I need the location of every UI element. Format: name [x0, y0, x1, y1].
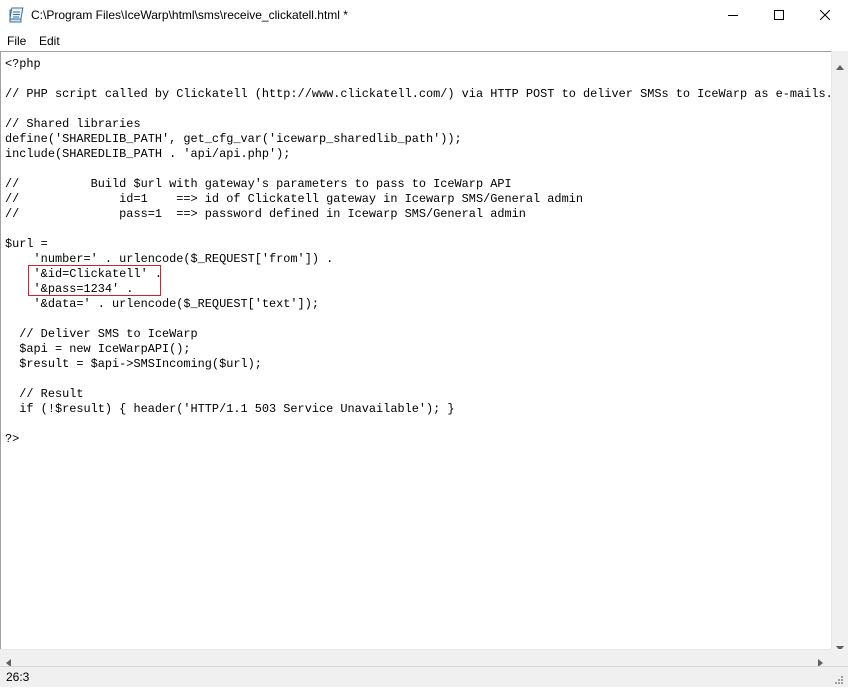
menu-bar: File Edit	[0, 31, 848, 51]
code-line: $result = $api->SMSIncoming($url);	[5, 357, 262, 371]
cursor-position: 26:3	[6, 670, 30, 684]
code-line: // PHP script called by Clickatell (http…	[5, 87, 831, 101]
title-bar[interactable]: C:\Program Files\IceWarp\html\sms\receiv…	[0, 0, 848, 30]
resize-grip-icon[interactable]	[832, 672, 844, 690]
vertical-scrollbar[interactable]	[831, 51, 848, 651]
text-editor[interactable]: <?php // PHP script called by Clickatell…	[0, 51, 831, 649]
minimize-button[interactable]	[710, 0, 756, 30]
scroll-up-icon[interactable]	[836, 57, 844, 75]
menu-file[interactable]: File	[7, 34, 26, 48]
menu-edit[interactable]: Edit	[39, 34, 60, 48]
code-line: // pass=1 ==> password defined in Icewar…	[5, 207, 526, 221]
code-line: // Result	[5, 387, 84, 401]
horizontal-scrollbar[interactable]	[0, 649, 831, 667]
code-text: <?php // PHP script called by Clickatell…	[5, 57, 831, 447]
code-line: // id=1 ==> id of Clickatell gateway in …	[5, 192, 583, 206]
close-icon	[820, 10, 830, 20]
status-bar: 26:3	[0, 666, 848, 687]
code-line: '&data=' . urlencode($_REQUEST['text']);	[5, 297, 319, 311]
maximize-icon	[774, 10, 784, 20]
scrollbar-corner	[831, 649, 848, 666]
code-line: ?>	[5, 432, 20, 446]
code-line: // Build $url with gateway's parameters …	[5, 177, 512, 191]
code-line: <?php	[5, 57, 41, 71]
code-line: define('SHAREDLIB_PATH', get_cfg_var('ic…	[5, 132, 462, 146]
code-line: include(SHAREDLIB_PATH . 'api/api.php');	[5, 147, 291, 161]
window-title: C:\Program Files\IceWarp\html\sms\receiv…	[31, 8, 348, 22]
highlight-box	[28, 265, 161, 296]
close-button[interactable]	[802, 0, 848, 30]
code-line: if (!$result) { header('HTTP/1.1 503 Ser…	[5, 402, 455, 416]
code-line: // Shared libraries	[5, 117, 141, 131]
notepad-icon[interactable]	[8, 7, 24, 23]
code-line: $url =	[5, 237, 48, 251]
code-line: $api = new IceWarpAPI();	[5, 342, 191, 356]
code-line: // Deliver SMS to IceWarp	[5, 327, 198, 341]
maximize-button[interactable]	[756, 0, 802, 30]
minimize-icon	[728, 10, 738, 20]
